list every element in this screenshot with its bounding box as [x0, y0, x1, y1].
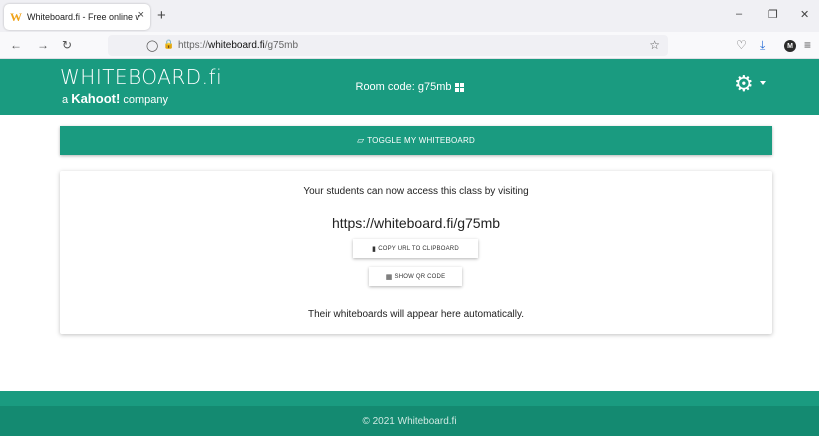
footer: © 2021 Whiteboard.fi: [0, 406, 819, 436]
browser-tab-bar: W Whiteboard.fi - Free online whi × + – …: [0, 0, 819, 32]
window-close-icon[interactable]: ✕: [800, 8, 809, 21]
access-instructions: Your students can now access this class …: [303, 186, 529, 197]
reload-icon[interactable]: ↻: [62, 38, 72, 52]
copy-url-button[interactable]: ▮ COPY URL TO CLIPBOARD: [353, 239, 478, 258]
room-code: Room code: g75mb: [0, 81, 819, 93]
url-text: https://whiteboard.fi/g75mb: [178, 40, 299, 51]
toggle-whiteboard-label: TOGGLE MY WHITEBOARD: [367, 136, 475, 145]
show-qr-code-button[interactable]: ▦ SHOW QR CODE: [369, 267, 462, 286]
qr-code-icon: ▦: [385, 273, 393, 281]
lock-icon[interactable]: 🔒: [163, 39, 174, 50]
qr-code-icon[interactable]: [454, 82, 464, 92]
bookmark-star-icon[interactable]: ☆: [649, 38, 660, 52]
site-header: WHITEBOARD.fi a Kahoot! company Room cod…: [0, 59, 819, 115]
forward-icon[interactable]: →: [37, 38, 49, 52]
restore-icon[interactable]: ❐: [768, 8, 778, 21]
copyright-text: © 2021 Whiteboard.fi: [362, 415, 457, 427]
back-icon[interactable]: ←: [10, 38, 22, 52]
copy-url-label: COPY URL TO CLIPBOARD: [378, 245, 459, 252]
chevron-down-icon[interactable]: [760, 81, 766, 85]
tab-title: Whiteboard.fi - Free online whi: [27, 12, 139, 22]
kahoot-brand: Kahoot!: [71, 91, 121, 106]
toggle-whiteboard-button[interactable]: ▱ TOGGLE MY WHITEBOARD: [60, 126, 772, 155]
logo-tagline: a Kahoot! company: [62, 91, 168, 106]
browser-nav-bar: ← → ↻ ◯ 🔒 https://whiteboard.fi/g75mb ☆ …: [0, 32, 819, 59]
download-icon[interactable]: ⤓: [760, 38, 765, 53]
browser-tab[interactable]: W Whiteboard.fi - Free online whi ×: [4, 4, 150, 30]
whiteboard-favicon-icon: W: [10, 9, 22, 24]
tracking-shield-icon[interactable]: ◯: [146, 39, 158, 52]
clipboard-icon: ▮: [372, 245, 377, 253]
pocket-icon[interactable]: ♡: [736, 38, 747, 52]
address-bar[interactable]: ◯ 🔒 https://whiteboard.fi/g75mb ☆: [108, 35, 668, 56]
account-avatar[interactable]: M: [784, 40, 796, 52]
settings-gear-icon[interactable]: ⚙: [734, 73, 754, 95]
minimize-icon[interactable]: –: [736, 8, 742, 20]
class-url: https://whiteboard.fi/g75mb: [331, 215, 501, 231]
auto-appear-text: Their whiteboards will appear here autom…: [307, 309, 525, 320]
whiteboard-icon: ▱: [357, 135, 365, 145]
show-qr-label: SHOW QR CODE: [394, 273, 446, 280]
footer-band: [0, 391, 819, 406]
new-tab-icon[interactable]: +: [157, 7, 166, 24]
menu-icon[interactable]: ≡: [804, 38, 811, 52]
tab-close-icon[interactable]: ×: [138, 9, 144, 21]
class-access-card: Your students can now access this class …: [60, 171, 772, 334]
